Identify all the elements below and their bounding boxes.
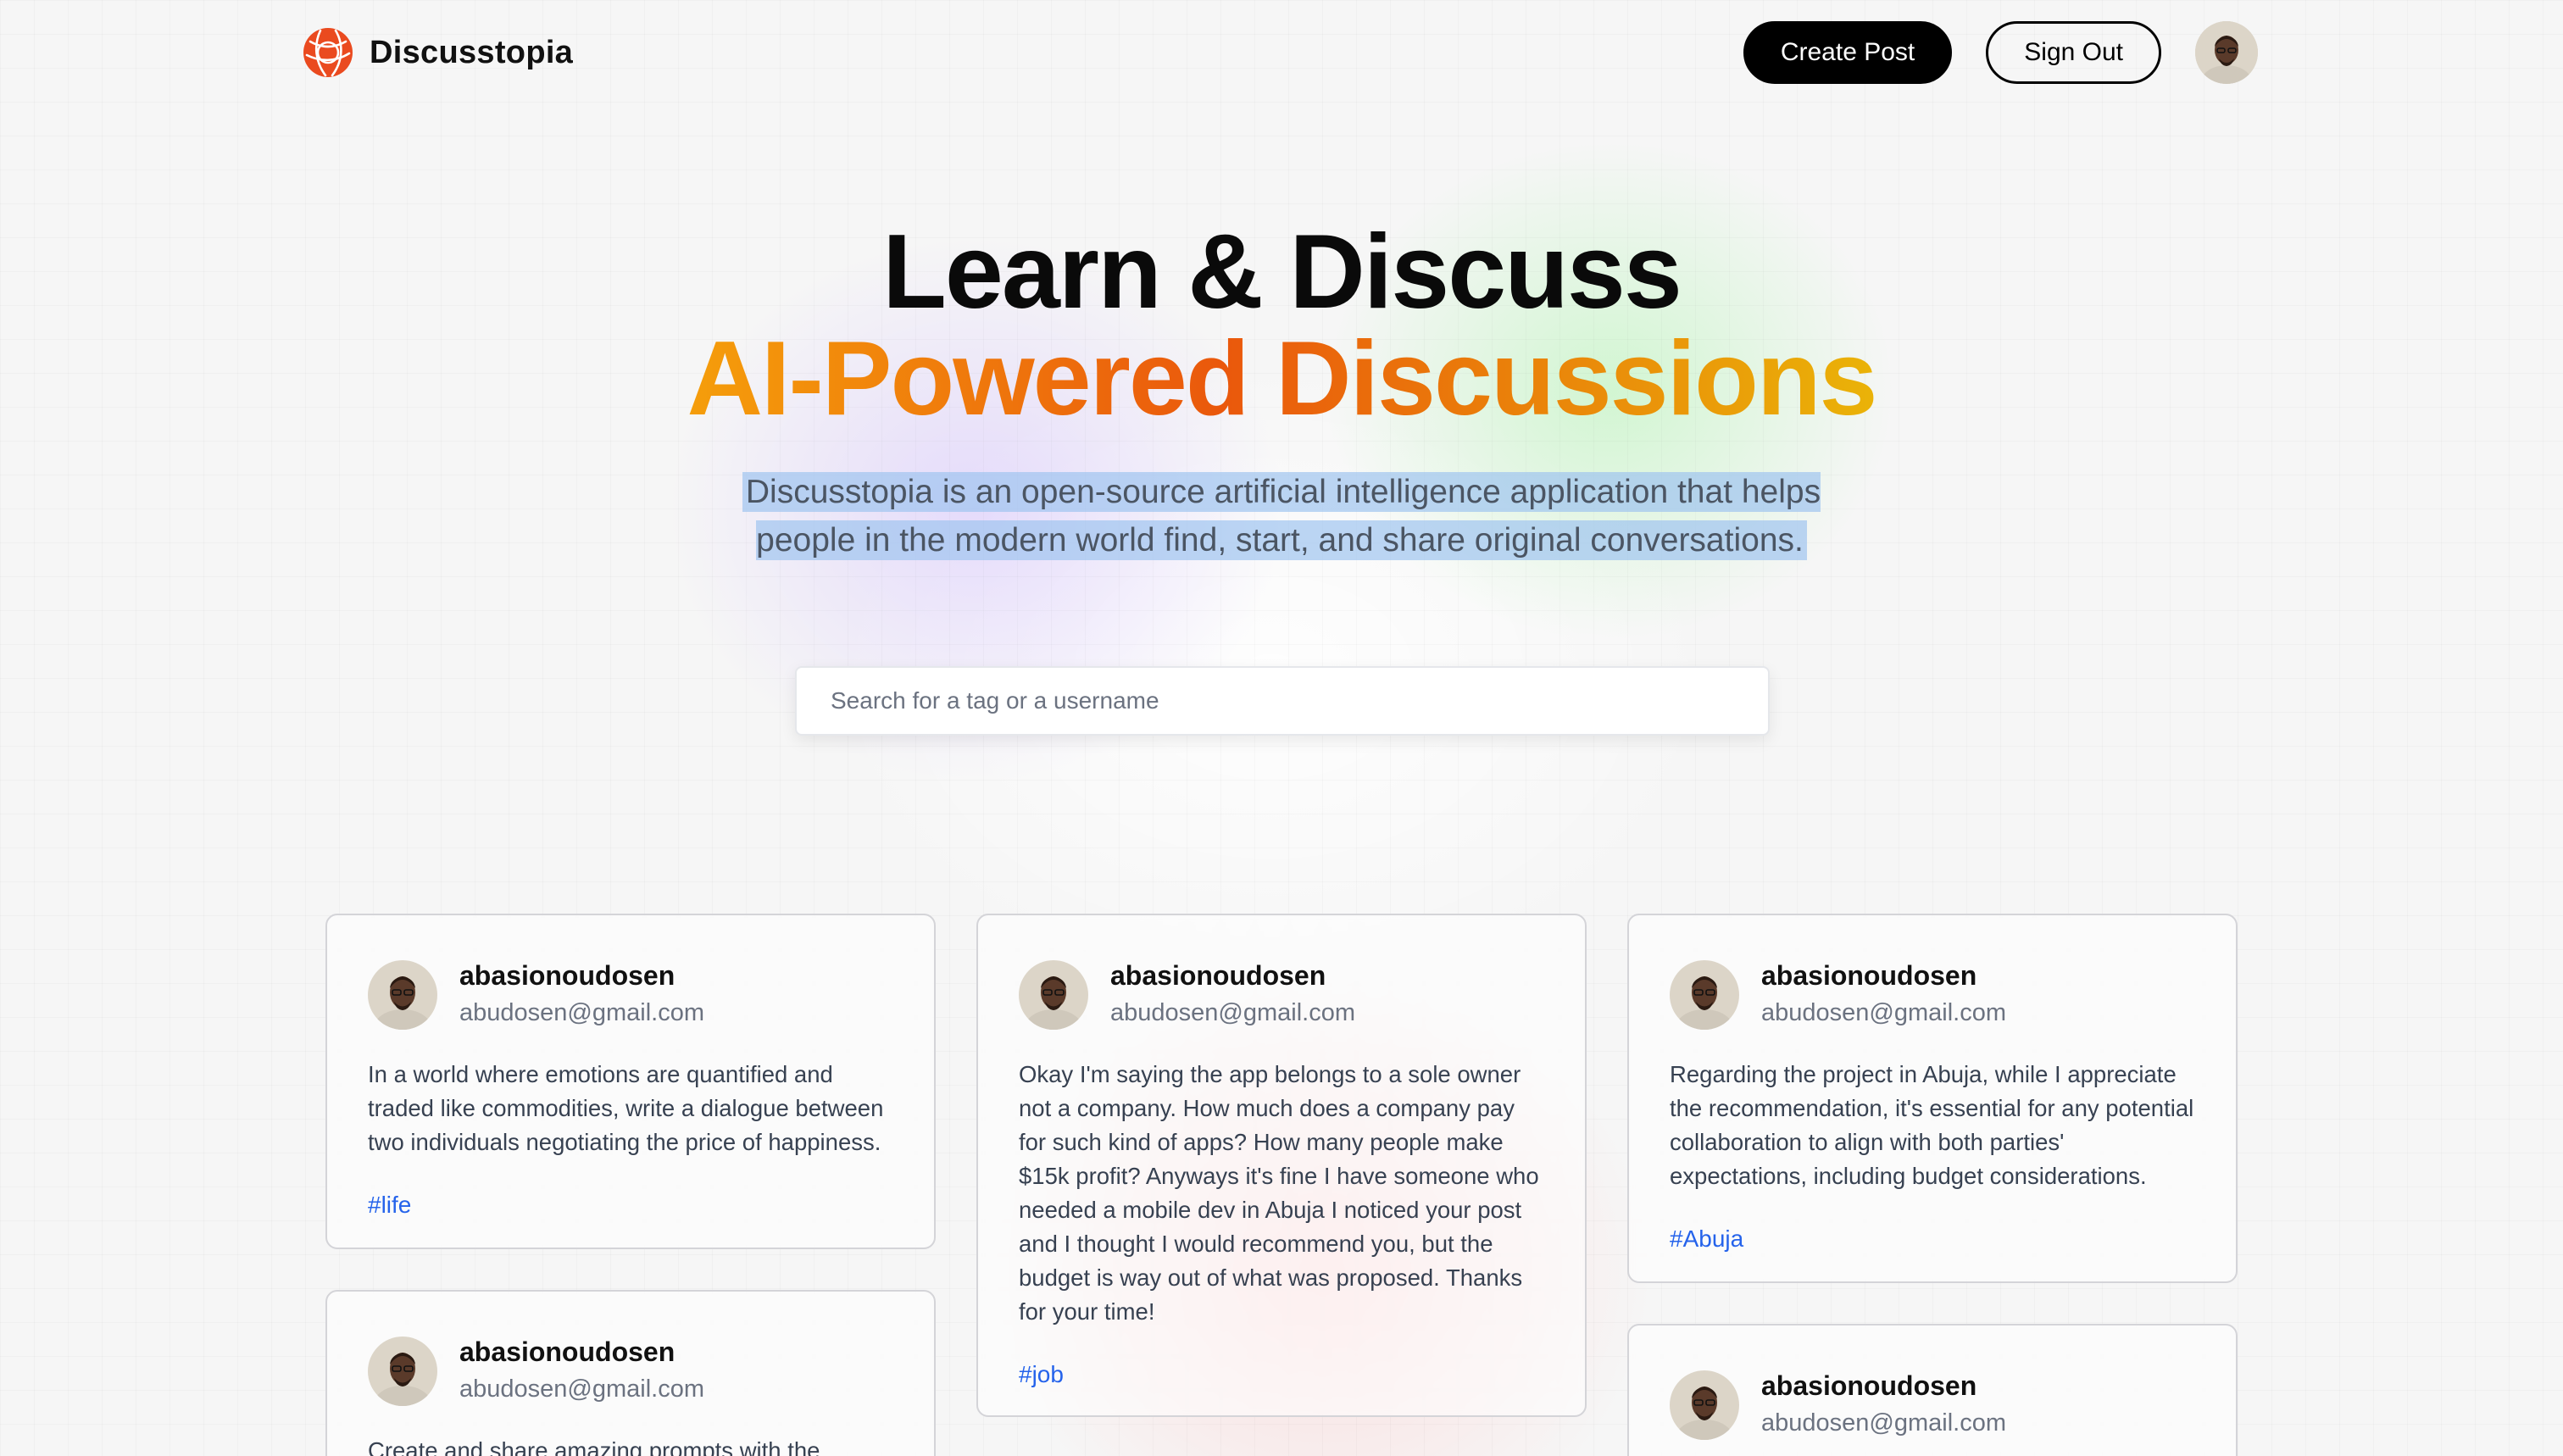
author-info: abasionoudosen abudosen@gmail.com (459, 1334, 704, 1409)
search-input[interactable] (795, 666, 1770, 736)
top-nav: Discusstopia Create Post Sign Out (302, 19, 2258, 86)
author-username: abasionoudosen (459, 1337, 675, 1367)
author-info: abasionoudosen abudosen@gmail.com (1110, 958, 1355, 1032)
post-card: abasionoudosen abudosen@gmail.com (1627, 1324, 2238, 1456)
nav-actions: Create Post Sign Out (1743, 21, 2258, 84)
post-tag[interactable]: #Abuja (1670, 1225, 1743, 1253)
hero-title-line2: AI-Powered Discussions (687, 320, 1877, 437)
author-username: abasionoudosen (459, 960, 675, 991)
page: Discusstopia Create Post Sign Out Learn … (0, 0, 2563, 1456)
post-author[interactable]: abasionoudosen abudosen@gmail.com (1019, 958, 1544, 1032)
post-tag[interactable]: #job (1019, 1361, 1064, 1388)
avatar-photo-icon (368, 1337, 437, 1406)
post-body[interactable]: Okay I'm saying the app belongs to a sol… (1019, 1058, 1544, 1329)
author-email: abudosen@gmail.com (1761, 1409, 2006, 1437)
hero-description: Discusstopia is an open-source artificia… (731, 468, 1832, 564)
avatar-photo-icon (1670, 1370, 1739, 1440)
post-body[interactable]: Regarding the project in Abuja, while I … (1670, 1058, 2195, 1193)
create-post-button[interactable]: Create Post (1743, 21, 1953, 84)
brand-name: Discusstopia (370, 34, 574, 70)
avatar-photo-icon (368, 960, 437, 1030)
sign-out-button[interactable]: Sign Out (1986, 21, 2161, 84)
hero-description-text: Discusstopia is an open-source artificia… (742, 472, 1821, 560)
author-username: abasionoudosen (1761, 960, 1977, 991)
author-email: abudosen@gmail.com (459, 999, 704, 1026)
author-info: abasionoudosen abudosen@gmail.com (1761, 958, 2006, 1032)
author-email: abudosen@gmail.com (459, 1375, 704, 1403)
author-email: abudosen@gmail.com (1761, 999, 2006, 1026)
author-username: abasionoudosen (1761, 1370, 1977, 1401)
avatar-photo-icon (1019, 960, 1088, 1030)
hero: Learn & Discuss AI-Powered Discussions D… (0, 219, 2563, 564)
hero-title-line1: Learn & Discuss (882, 214, 1682, 331)
hero-title: Learn & Discuss AI-Powered Discussions (0, 219, 2563, 432)
profile-avatar[interactable] (2195, 21, 2258, 84)
post-body[interactable]: In a world where emotions are quantified… (368, 1058, 893, 1159)
post-card: abasionoudosen abudosen@gmail.com Okay I… (976, 914, 1587, 1417)
post-card: abasionoudosen abudosen@gmail.com Regard… (1627, 914, 2238, 1283)
post-author[interactable]: abasionoudosen abudosen@gmail.com (368, 958, 893, 1032)
globe-logo-icon (303, 28, 353, 77)
avatar-photo-icon (1670, 960, 1739, 1030)
post-card: abasionoudosen abudosen@gmail.com In a w… (325, 914, 936, 1249)
author-email: abudosen@gmail.com (1110, 999, 1355, 1026)
avatar-photo-icon (2195, 21, 2258, 84)
brand[interactable]: Discusstopia (302, 26, 573, 79)
post-tag[interactable]: #life (368, 1192, 411, 1219)
author-info: abasionoudosen abudosen@gmail.com (1761, 1368, 2006, 1442)
author-username: abasionoudosen (1110, 960, 1326, 991)
post-author[interactable]: abasionoudosen abudosen@gmail.com (1670, 958, 2195, 1032)
author-info: abasionoudosen abudosen@gmail.com (459, 958, 704, 1032)
post-card: abasionoudosen abudosen@gmail.com Create… (325, 1290, 936, 1456)
post-author[interactable]: abasionoudosen abudosen@gmail.com (368, 1334, 893, 1409)
post-author[interactable]: abasionoudosen abudosen@gmail.com (1670, 1368, 2195, 1442)
post-body[interactable]: Create and share amazing prompts with th… (368, 1434, 893, 1456)
